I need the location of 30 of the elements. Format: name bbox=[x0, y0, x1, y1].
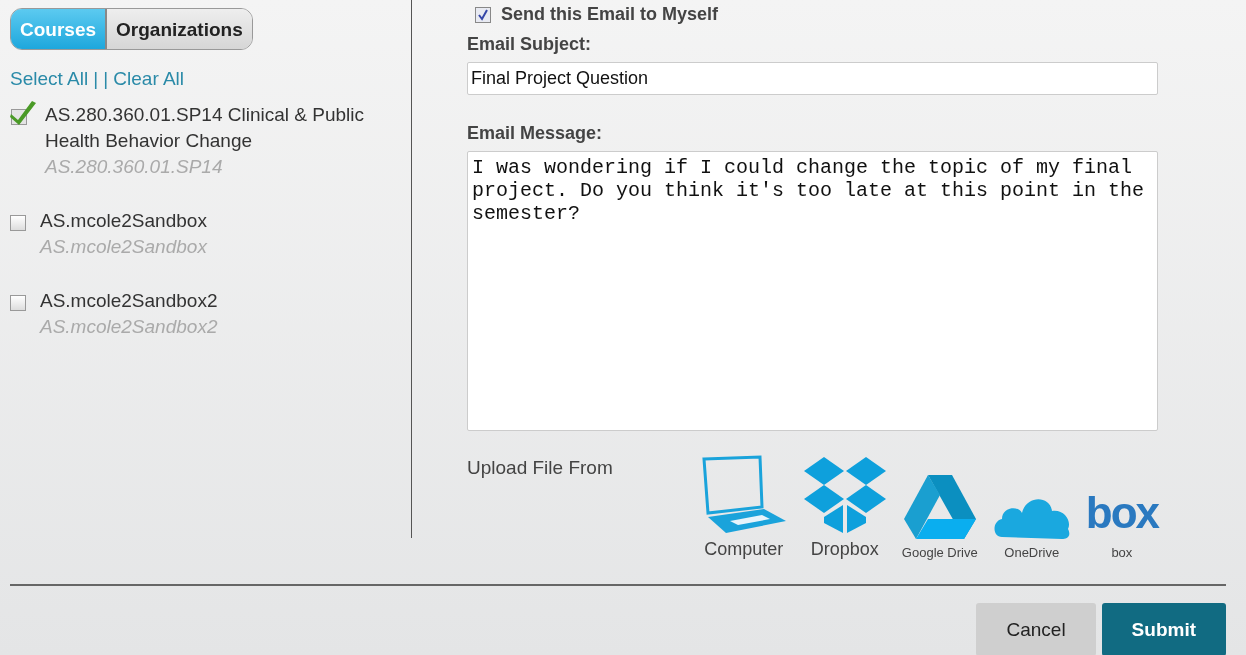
laptop-icon bbox=[699, 455, 788, 535]
message-field[interactable]: I was wondering if I could change the topic of my final project. Do you think it's too late at this point in the semester? bbox=[467, 151, 1158, 431]
submit-button[interactable]: Submit bbox=[1101, 603, 1226, 655]
upload-source-button[interactable]: Computer bbox=[699, 455, 788, 560]
checkbox[interactable] bbox=[10, 215, 26, 231]
course-title: AS.mcole2Sandbox2 bbox=[40, 289, 218, 313]
triangle-icon bbox=[901, 473, 978, 541]
upload-source-button[interactable]: OneDrive bbox=[991, 489, 1072, 560]
clear-all-link[interactable]: Clear All bbox=[113, 68, 185, 90]
course-code: AS.mcole2Sandbox2 bbox=[40, 315, 218, 339]
upload-label: Upload File From bbox=[467, 457, 614, 480]
checkbox-label: Send this Email to Myself bbox=[501, 4, 719, 25]
subject-field[interactable]: Final Project Question bbox=[467, 62, 1158, 95]
field-label: Email Subject: bbox=[467, 34, 593, 55]
course-code: AS.mcole2Sandbox bbox=[40, 235, 207, 259]
course-title: AS.280.360.01.SP14 Clinical & Public Health Behavior Change bbox=[45, 103, 365, 153]
upload-source-button[interactable]: box box bbox=[1085, 485, 1158, 560]
upload-source-button[interactable]: Dropbox bbox=[801, 455, 888, 560]
upload-source-button[interactable]: Google Drive bbox=[901, 473, 978, 560]
cancel-button[interactable]: Cancel bbox=[976, 603, 1096, 655]
tab[interactable]: Organizations bbox=[105, 9, 252, 49]
select-all-link[interactable]: Select All bbox=[10, 68, 89, 90]
field-label: Email Message: bbox=[467, 123, 604, 144]
checkbox[interactable] bbox=[475, 6, 491, 23]
separator: | | bbox=[93, 68, 109, 90]
checked-checkbox[interactable] bbox=[10, 100, 36, 126]
course-title: AS.mcole2Sandbox bbox=[40, 209, 207, 233]
course-code: AS.280.360.01.SP14 bbox=[45, 155, 224, 179]
checkbox[interactable] bbox=[10, 295, 26, 311]
box-logo: box bbox=[1085, 487, 1158, 539]
